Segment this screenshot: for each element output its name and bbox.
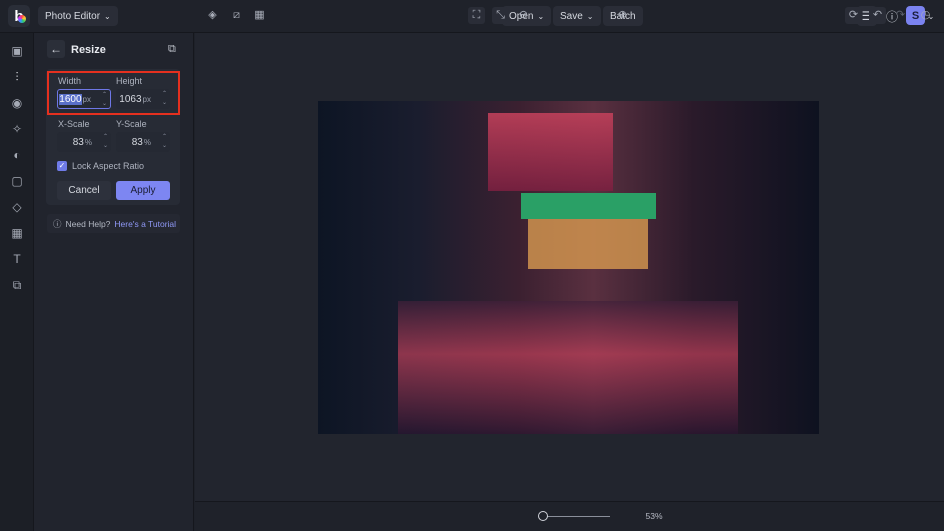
app-logo[interactable]: b (8, 5, 30, 27)
highlight-box (47, 71, 180, 115)
apply-button[interactable]: Apply (116, 181, 170, 200)
effects-icon[interactable]: ✧ (10, 122, 24, 136)
back-arrow-icon[interactable]: ← (47, 40, 65, 58)
help-box: ⓘ Need Help? Here's a Tutorial (47, 214, 180, 233)
fit-screen-icon[interactable]: ⛶ (468, 7, 485, 24)
actual-size-icon[interactable]: ⤡ (492, 7, 509, 24)
graphics-icon[interactable]: ◇ (10, 200, 24, 214)
text-icon[interactable]: T (10, 252, 24, 266)
undo-icon[interactable]: ↶ (869, 7, 886, 24)
chevron-down-icon: ⌄ (586, 11, 594, 21)
mode-label: Photo Editor (45, 10, 101, 22)
save-label: Save (560, 10, 583, 22)
zoom-value[interactable]: 53% (637, 508, 671, 525)
lock-aspect-label[interactable]: Lock Aspect Ratio (72, 161, 144, 171)
chevron-down-icon: ⌄ (537, 11, 545, 21)
stepper-icon[interactable]: ⌃ ⌄ (162, 133, 167, 151)
mode-dropdown[interactable]: Photo Editor ⌄ (38, 6, 118, 26)
zoom-slider-handle[interactable] (538, 511, 548, 521)
redo-icon[interactable]: ↷ (892, 7, 909, 24)
refresh-icon[interactable]: ⟳ (845, 7, 862, 24)
palette-icon[interactable]: ◐ (10, 148, 24, 162)
adjust-icon[interactable]: ⫶ (10, 70, 24, 84)
eye-icon[interactable]: ◉ (10, 96, 24, 110)
overlay-icon[interactable]: ⧉ (10, 278, 24, 292)
info-icon: ⓘ (53, 218, 62, 229)
yscale-input[interactable]: 83% ⌃ ⌄ (116, 132, 170, 152)
zoom-in-icon[interactable]: ⊕ (614, 7, 631, 24)
history-icon[interactable]: ◷ (917, 7, 934, 24)
zoom-slider[interactable] (544, 516, 610, 517)
yscale-label: Y-Scale (116, 119, 147, 129)
photo-image[interactable] (318, 101, 819, 434)
xscale-value: 83 (72, 136, 84, 148)
yscale-unit: % (143, 137, 151, 147)
image-icon[interactable]: ▣ (10, 44, 24, 58)
panel-title: Resize (71, 44, 106, 56)
tool-rail: ▣ ⫶ ◉ ✧ ◐ ▢ ◇ ▦ T ⧉ (0, 33, 34, 531)
xscale-input[interactable]: 83% ⌃ ⌄ (57, 132, 111, 152)
frame-icon[interactable]: ▢ (10, 174, 24, 188)
cancel-button[interactable]: Cancel (57, 181, 111, 200)
tutorial-link[interactable]: Here's a Tutorial (114, 219, 176, 229)
zoom-out-icon[interactable]: ⊖ (515, 7, 532, 24)
help-text: Need Help? (65, 218, 111, 229)
texture-icon[interactable]: ▦ (10, 226, 24, 240)
grid-icon[interactable]: ▦ (251, 7, 268, 24)
compare-icon[interactable]: ⧄ (228, 7, 245, 24)
layers-copy-icon[interactable]: ⧉ (168, 43, 176, 56)
xscale-unit: % (84, 137, 92, 147)
yscale-value: 83 (131, 136, 143, 148)
chevron-down-icon: ⌄ (104, 11, 111, 21)
stepper-icon[interactable]: ⌃ ⌄ (103, 133, 108, 151)
lock-aspect-checkbox[interactable]: ✓ (57, 161, 67, 171)
save-button[interactable]: Save ⌄ (553, 6, 601, 26)
layers-icon[interactable]: ◈ (204, 7, 221, 24)
xscale-label: X-Scale (58, 119, 90, 129)
